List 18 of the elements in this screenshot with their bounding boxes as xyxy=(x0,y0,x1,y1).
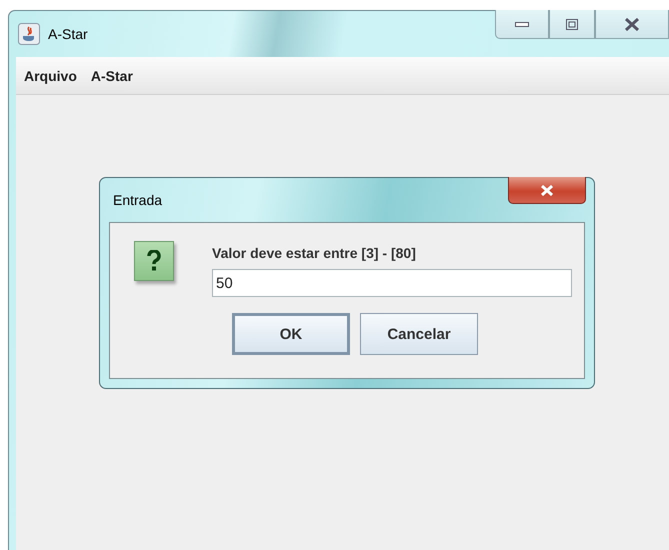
close-icon xyxy=(540,184,554,196)
question-icon xyxy=(134,241,174,281)
dialog-title: Entrada xyxy=(112,192,162,208)
window-title: A-Star xyxy=(48,26,88,42)
maximize-icon xyxy=(566,18,578,30)
prompt-message: Valor deve estar entre [3] - [80] xyxy=(212,245,417,261)
maximize-button[interactable] xyxy=(549,10,595,39)
cancel-button[interactable]: Cancelar xyxy=(360,313,478,355)
close-button[interactable] xyxy=(508,177,586,204)
minimize-button[interactable] xyxy=(495,10,549,39)
coffee-cup-icon xyxy=(18,23,40,45)
menu-item[interactable]: A-Star xyxy=(90,68,133,84)
value-input[interactable]: 50 xyxy=(212,269,572,297)
ok-button[interactable]: OK xyxy=(232,313,350,355)
close-icon xyxy=(624,18,640,30)
close-button[interactable] xyxy=(595,10,669,39)
menu-item[interactable]: Arquivo xyxy=(24,68,77,84)
minimize-icon xyxy=(515,20,529,28)
